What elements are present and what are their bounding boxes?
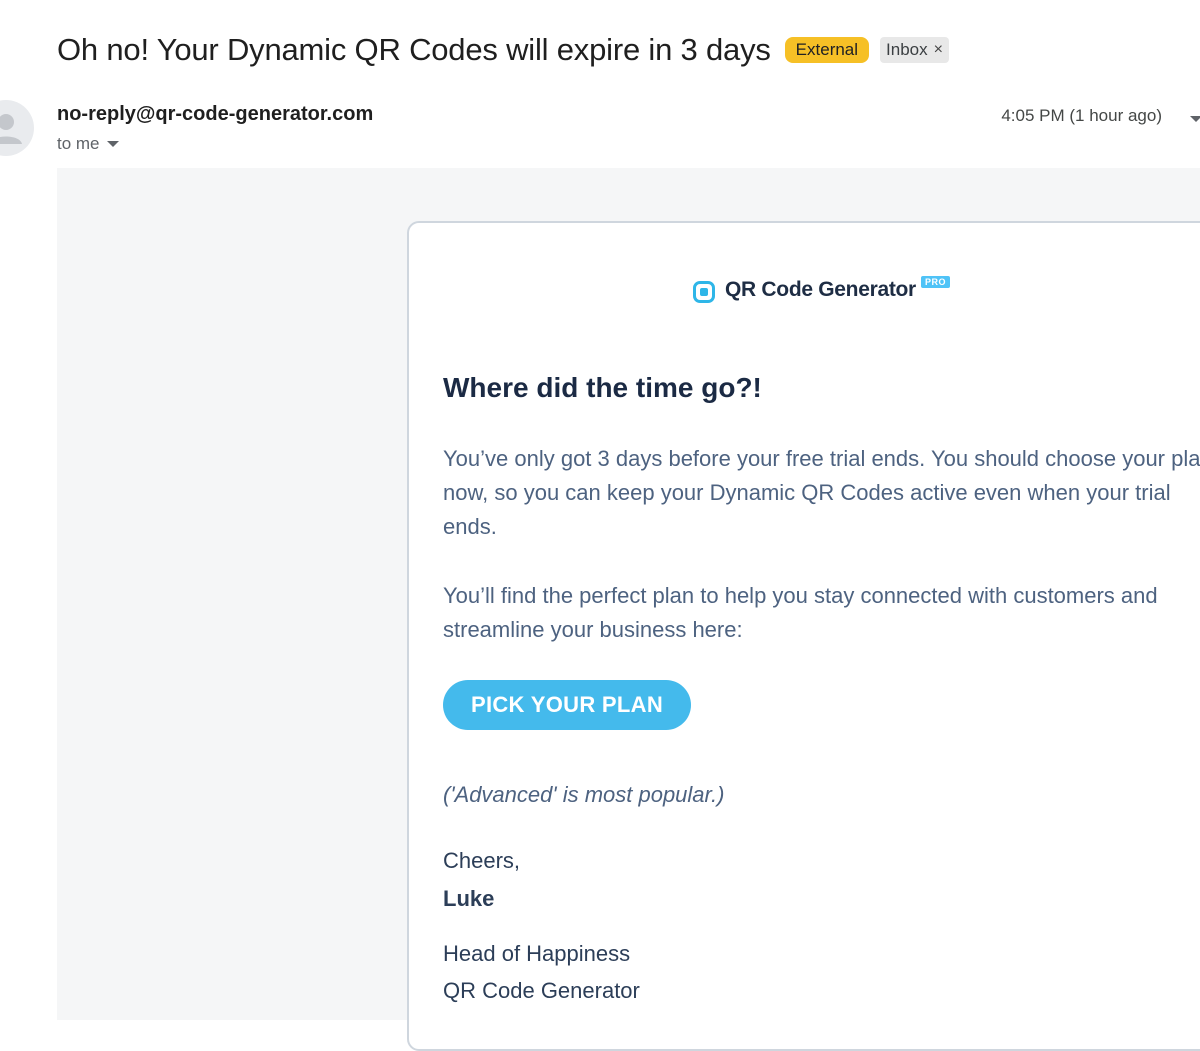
brand-logo: QR Code Generator PRO (693, 276, 950, 303)
popular-plan-note: ('Advanced' is most popular.) (443, 782, 725, 807)
email-timestamp: 4:05 PM (1 hour ago) (1001, 106, 1162, 125)
recipient-label: to me (57, 134, 100, 153)
signer-name: Luke (443, 886, 495, 911)
subject-row: Oh no! Your Dynamic QR Codes will expire… (57, 32, 949, 68)
pick-plan-button[interactable]: PICK YOUR PLAN (443, 680, 691, 730)
qr-logo-icon (693, 281, 715, 303)
brand-name: QR Code Generator (725, 278, 916, 301)
more-options-icon[interactable] (1190, 116, 1200, 122)
email-subject: Oh no! Your Dynamic QR Codes will expire… (57, 32, 771, 67)
label-external: External (784, 37, 870, 63)
pro-badge: PRO (920, 276, 950, 288)
recipient-dropdown-icon[interactable] (106, 141, 119, 147)
recipient-line[interactable]: to me (57, 134, 119, 154)
label-inbox[interactable]: Inbox × (880, 37, 949, 63)
remove-label-icon[interactable]: × (934, 40, 943, 60)
sender-address[interactable]: no-reply@qr-code-generator.com (57, 103, 373, 126)
email-headline: Where did the time go?! (443, 372, 762, 403)
label-inbox-text: Inbox (886, 40, 928, 59)
signer-company: QR Code Generator (443, 978, 640, 1003)
sign-off: Cheers, (443, 848, 521, 873)
body-paragraph-1: You’ve only got 3 days before your free … (443, 446, 1200, 539)
body-paragraph-2: You’ll find the perfect plan to help you… (443, 583, 1158, 642)
signer-role: Head of Happiness (443, 941, 631, 966)
person-avatar-icon[interactable] (0, 100, 34, 156)
